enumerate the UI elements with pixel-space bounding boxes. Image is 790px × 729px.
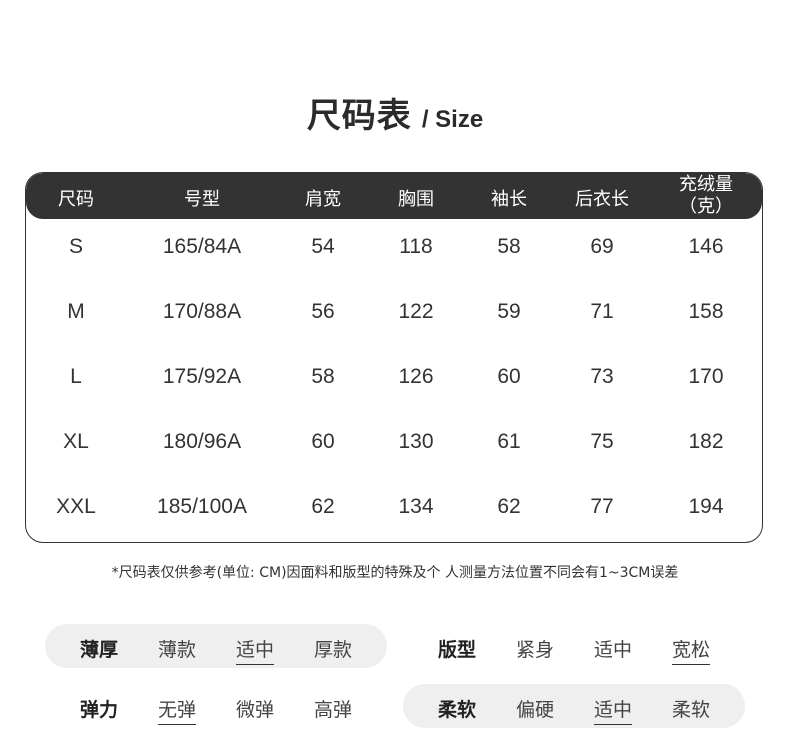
cell-shoulder: 58	[311, 365, 335, 388]
header-model: 号型	[184, 189, 220, 210]
cell-chest: 126	[398, 365, 434, 388]
size-note: *尺码表仅供参考(单位: CM)因面料和版型的特殊及个 人测量方法位置不同会有1…	[111, 565, 679, 581]
cell-back-length: 75	[590, 430, 614, 453]
attr-thickness-opt-1: 薄款	[157, 639, 197, 661]
cell-model: 175/92A	[162, 365, 242, 388]
cell-shoulder: 60	[311, 430, 335, 453]
cell-down-fill: 182	[688, 430, 724, 453]
cell-sleeve: 58	[497, 235, 521, 258]
cell-shoulder: 62	[311, 495, 335, 518]
header-sleeve: 袖长	[491, 189, 527, 210]
cell-chest: 134	[398, 495, 434, 518]
title-main: 尺码表	[306, 96, 412, 136]
header-down-fill: 充绒量 （克）	[679, 174, 733, 218]
table-row: XL 180/96A 60 130 61 75 182	[26, 414, 762, 479]
attr-fit-opt-2: 适中	[593, 639, 633, 661]
cell-model: 185/100A	[157, 495, 247, 518]
cell-model: 180/96A	[162, 430, 242, 453]
attr-elasticity-opt-3: 高弹	[313, 699, 353, 721]
attr-thickness-opt-2: 适中	[235, 635, 275, 665]
attr-elasticity-opt-1: 无弹	[157, 695, 197, 725]
attr-softness-label: 柔软	[437, 699, 477, 721]
cell-chest: 122	[398, 300, 434, 323]
header-shoulder: 肩宽	[305, 189, 341, 210]
attr-fit-opt-3: 宽松	[671, 635, 711, 665]
attr-softness-opt-2: 适中	[593, 695, 633, 725]
attr-elasticity-opt-2: 微弹	[235, 699, 275, 721]
attr-softness: 柔软 偏硬 适中 柔软	[403, 684, 745, 728]
cell-back-length: 77	[590, 495, 614, 518]
cell-size: XXL	[56, 495, 96, 518]
header-back-length: 后衣长	[575, 189, 629, 210]
cell-shoulder: 56	[311, 300, 335, 323]
size-table: 尺码 号型 肩宽 胸围 袖长 后衣长 充绒量 （克） S 165/84A 54 118…	[25, 172, 763, 543]
cell-down-fill: 194	[688, 495, 724, 518]
attr-fit: 版型 紧身 适中 宽松	[403, 624, 745, 668]
attr-softness-opt-3: 柔软	[671, 699, 711, 721]
cell-sleeve: 62	[497, 495, 521, 518]
table-header: 尺码 号型 肩宽 胸围 袖长 后衣长 充绒量 （克）	[26, 173, 762, 219]
cell-down-fill: 146	[688, 235, 724, 258]
attr-fit-label: 版型	[437, 639, 477, 661]
cell-model: 170/88A	[162, 300, 242, 323]
cell-chest: 130	[398, 430, 434, 453]
attr-softness-opt-1: 偏硬	[515, 699, 555, 721]
cell-model: 165/84A	[162, 235, 242, 258]
cell-shoulder: 54	[311, 235, 335, 258]
cell-down-fill: 170	[688, 365, 724, 388]
attr-elasticity: 弹力 无弹 微弹 高弹	[45, 684, 387, 728]
cell-size: S	[68, 235, 84, 258]
cell-size: XL	[63, 430, 89, 453]
page-title: 尺码表 / Size	[0, 88, 790, 137]
cell-sleeve: 59	[497, 300, 521, 323]
cell-back-length: 73	[590, 365, 614, 388]
attr-thickness-opt-3: 厚款	[313, 639, 353, 661]
cell-sleeve: 61	[497, 430, 521, 453]
attr-thickness-label: 薄厚	[79, 639, 119, 661]
title-sub: / Size	[421, 106, 484, 133]
table-row: S 165/84A 54 118 58 69 146	[26, 219, 762, 284]
attr-thickness: 薄厚 薄款 适中 厚款	[45, 624, 387, 668]
header-down-fill-line2: （克）	[679, 196, 733, 217]
cell-back-length: 69	[590, 235, 614, 258]
cell-back-length: 71	[590, 300, 614, 323]
cell-size: M	[67, 300, 85, 323]
table-row: XXL 185/100A 62 134 62 77 194	[26, 479, 762, 542]
attr-elasticity-label: 弹力	[79, 699, 119, 721]
table-row: M 170/88A 56 122 59 71 158	[26, 284, 762, 349]
cell-down-fill: 158	[688, 300, 724, 323]
table-row: L 175/92A 58 126 60 73 170	[26, 349, 762, 414]
cell-size: L	[70, 365, 82, 388]
header-down-fill-line1: 充绒量	[679, 174, 733, 195]
header-chest: 胸围	[398, 189, 434, 210]
cell-sleeve: 60	[497, 365, 521, 388]
attr-fit-opt-1: 紧身	[515, 639, 555, 661]
header-size: 尺码	[58, 189, 94, 210]
cell-chest: 118	[399, 235, 433, 258]
